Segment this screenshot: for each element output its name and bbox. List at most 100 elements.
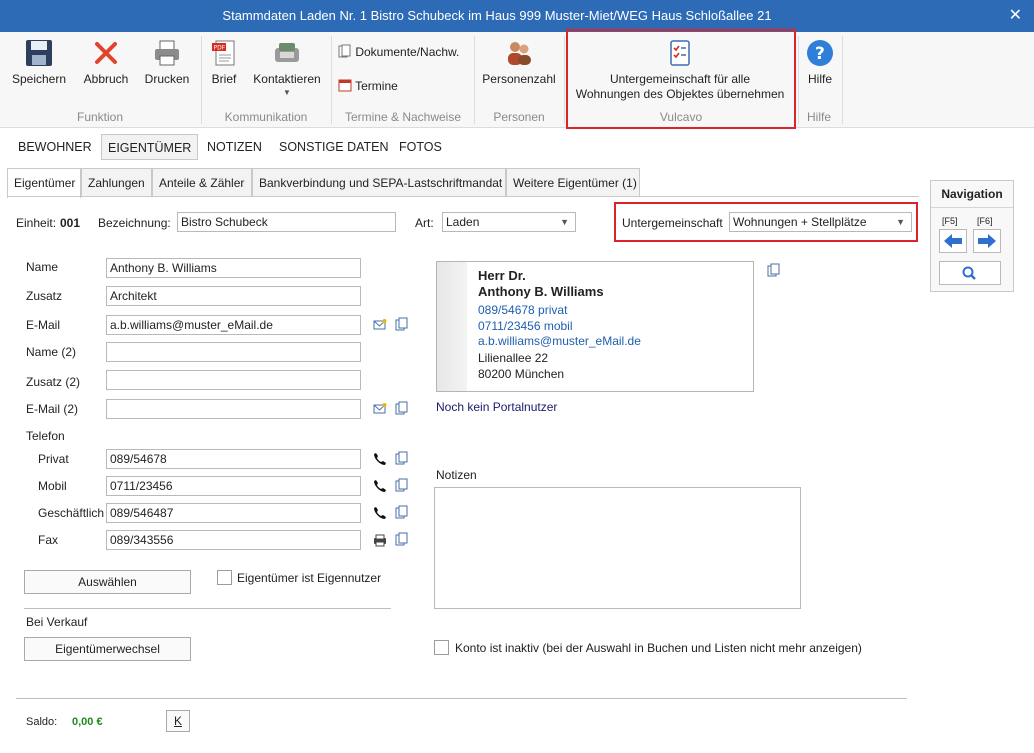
save-button[interactable]: Speichern xyxy=(8,38,70,86)
phone-private-input[interactable]: 089/54678 xyxy=(106,449,361,469)
tab-notizen[interactable]: NOTIZEN xyxy=(201,134,268,160)
close-icon[interactable]: ✕ xyxy=(1009,0,1022,32)
balance-value: 0,00 € xyxy=(72,716,103,728)
type-select[interactable]: Laden ▼ xyxy=(442,212,576,232)
email-label: E-Mail xyxy=(26,318,61,332)
mail-compose-icon[interactable] xyxy=(373,402,387,416)
highlight-frame xyxy=(566,29,796,129)
search-icon xyxy=(962,266,976,280)
copy-icon[interactable] xyxy=(395,478,409,492)
portal-status: Noch kein Portalnutzer xyxy=(436,400,558,414)
search-button[interactable] xyxy=(939,261,1001,285)
print-label: Drucken xyxy=(144,72,190,86)
copy-icon[interactable] xyxy=(395,317,409,331)
phone-icon[interactable] xyxy=(373,452,387,466)
arrow-right-icon xyxy=(978,234,996,248)
email2-input[interactable] xyxy=(106,399,361,419)
help-button[interactable]: ? Hilfe xyxy=(802,38,838,86)
owner-occupier-checkbox[interactable] xyxy=(217,570,232,585)
cancel-label: Abbruch xyxy=(83,72,129,86)
next-button[interactable] xyxy=(973,229,1001,253)
letter-button[interactable]: PDF Brief xyxy=(206,38,242,86)
card-phone-mobile[interactable]: 0711/23456 mobil xyxy=(478,319,573,333)
phone-mobile-label: Mobil xyxy=(38,479,67,493)
ribbon-toolbar: Speichern Abbruch Drucken Funktion PDF B… xyxy=(0,29,1034,129)
address-card: Herr Dr. Anthony B. Williams 089/54678 p… xyxy=(436,261,754,392)
save-label: Speichern xyxy=(11,72,67,86)
subcommunity-select[interactable]: Wohnungen + Stellplätze ▼ xyxy=(729,212,912,232)
subtab-anteile-zaehler[interactable]: Anteile & Zähler xyxy=(152,168,252,196)
appointments-button[interactable]: Termine xyxy=(338,78,438,93)
phone-icon[interactable] xyxy=(373,479,387,493)
subcommunity-select-value: Wohnungen + Stellplätze xyxy=(733,215,867,229)
contact-label: Kontaktieren xyxy=(253,72,321,86)
copy-icon[interactable] xyxy=(767,263,781,277)
tab-bewohner[interactable]: BEWOHNER xyxy=(12,134,98,160)
print-button[interactable]: Drucken xyxy=(140,38,194,86)
subtab-eigentuemer[interactable]: Eigentümer xyxy=(7,168,81,198)
previous-button[interactable] xyxy=(939,229,967,253)
help-icon: ? xyxy=(807,40,833,66)
subtab-weitere-eigentuemer[interactable]: Weitere Eigentümer (1) xyxy=(506,168,640,196)
addition2-input[interactable] xyxy=(106,370,361,390)
copy-icon[interactable] xyxy=(395,401,409,415)
copy-icon[interactable] xyxy=(395,505,409,519)
designation-input[interactable]: Bistro Schubeck xyxy=(177,212,396,232)
notes-label: Notizen xyxy=(436,468,477,482)
contact-button[interactable]: Kontaktieren ▼ xyxy=(250,38,324,97)
subtab-bankverbindung[interactable]: Bankverbindung und SEPA-Lastschriftmanda… xyxy=(252,168,506,196)
name-input[interactable]: Anthony B. Williams xyxy=(106,258,361,278)
card-phone-private[interactable]: 089/54678 privat xyxy=(478,303,567,317)
group-label-personen: Personen xyxy=(493,110,545,124)
addition-input[interactable]: Architekt xyxy=(106,286,361,306)
group-label-kommunikation: Kommunikation xyxy=(224,110,308,124)
phone-business-input[interactable]: 089/546487 xyxy=(106,503,361,523)
card-city: 80200 München xyxy=(478,367,565,381)
tab-eigentuemer[interactable]: EIGENTÜMER xyxy=(101,134,199,160)
group-label-hilfe: Hilfe xyxy=(806,110,831,124)
owner-change-button[interactable]: Eigentümerwechsel xyxy=(24,637,191,661)
phone-private-label: Privat xyxy=(38,452,69,466)
help-label: Hilfe xyxy=(807,72,832,86)
account-inactive-label: Konto ist inaktiv (bei der Auswahl in Bu… xyxy=(455,641,862,655)
subtab-zahlungen[interactable]: Zahlungen xyxy=(81,168,152,196)
group-label-termine: Termine & Nachweise xyxy=(344,110,462,124)
card-salutation: Herr Dr. xyxy=(478,268,526,283)
card-name: Anthony B. Williams xyxy=(478,284,604,299)
balance-label: Saldo: xyxy=(26,716,58,728)
designation-label: Bezeichnung: xyxy=(98,216,171,230)
person-count-label: Personenzahl xyxy=(482,72,556,86)
fax-icon[interactable] xyxy=(373,533,387,547)
pdf-letter-icon: PDF xyxy=(212,40,235,66)
phone-icon[interactable] xyxy=(373,506,387,520)
fax-label: Fax xyxy=(38,533,59,547)
name2-label: Name (2) xyxy=(26,345,77,359)
phone-mobile-input[interactable]: 0711/23456 xyxy=(106,476,361,496)
tab-sonstige-daten[interactable]: SONSTIGE DATEN xyxy=(273,134,395,160)
people-icon xyxy=(508,42,531,65)
window-title: Stammdaten Laden Nr. 1 Bistro Schubeck i… xyxy=(222,8,772,23)
cancel-icon xyxy=(95,42,117,64)
addition2-label: Zusatz (2) xyxy=(26,375,81,389)
select-owner-button[interactable]: Auswählen xyxy=(24,570,191,594)
ribbon-separator xyxy=(564,36,565,124)
email-input[interactable]: a.b.williams@muster_eMail.de xyxy=(106,315,361,335)
type-select-value: Laden xyxy=(446,215,480,229)
account-inactive-checkbox[interactable] xyxy=(434,640,449,655)
email2-label: E-Mail (2) xyxy=(26,402,79,416)
documents-button[interactable]: Dokumente/Nachw. xyxy=(338,44,468,59)
person-count-button[interactable]: Personenzahl xyxy=(480,38,558,86)
name2-input[interactable] xyxy=(106,342,361,362)
notes-textarea[interactable] xyxy=(434,487,801,609)
subcommunity-label: Untergemeinschaft xyxy=(622,216,723,230)
fax-input[interactable]: 089/343556 xyxy=(106,530,361,550)
account-k-button[interactable]: K xyxy=(166,710,190,732)
card-street: Lilienallee 22 xyxy=(478,351,549,365)
cancel-button[interactable]: Abbruch xyxy=(78,38,134,86)
mail-compose-icon[interactable] xyxy=(373,318,387,332)
save-icon xyxy=(26,40,52,66)
copy-icon[interactable] xyxy=(395,451,409,465)
card-email[interactable]: a.b.williams@muster_eMail.de xyxy=(478,334,641,348)
copy-icon[interactable] xyxy=(395,532,409,546)
tab-fotos[interactable]: FOTOS xyxy=(393,134,448,160)
